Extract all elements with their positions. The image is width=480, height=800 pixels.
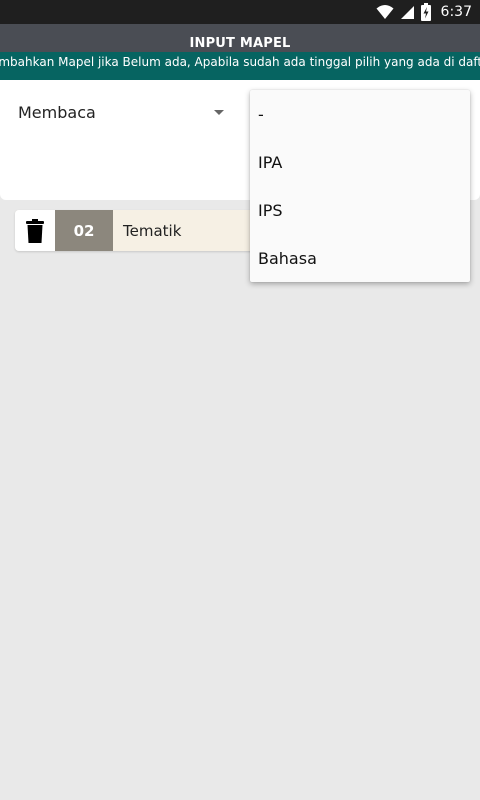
dropdown-option-bahasa[interactable]: Bahasa: [250, 234, 470, 282]
info-banner-text: Tambahkan Mapel jika Belum ada, Apabila …: [0, 55, 480, 69]
battery-icon: [420, 3, 431, 21]
dropdown-option-ips[interactable]: IPS: [250, 186, 470, 234]
dropdown-option-ipa[interactable]: IPA: [250, 138, 470, 186]
kelas-spinner[interactable]: Membaca: [18, 98, 228, 126]
wifi-icon: [376, 5, 394, 19]
trash-icon: [26, 218, 44, 243]
app-title-bar: INPUT MAPEL: [0, 24, 480, 52]
dropdown-arrow-icon: [214, 109, 224, 115]
delete-button[interactable]: [15, 210, 55, 251]
dropdown-option-none[interactable]: -: [250, 90, 470, 138]
status-bar: 6:37: [0, 0, 480, 24]
signal-icon: [400, 6, 414, 19]
mapel-dropdown-menu: - IPA IPS Bahasa: [250, 90, 470, 282]
mapel-code: 02: [55, 210, 113, 251]
status-icons: 6:37: [376, 0, 472, 24]
info-banner: Tambahkan Mapel jika Belum ada, Apabila …: [0, 52, 480, 80]
kelas-spinner-value: Membaca: [18, 102, 96, 122]
page-title: INPUT MAPEL: [189, 36, 291, 51]
status-time: 6:37: [440, 4, 472, 20]
